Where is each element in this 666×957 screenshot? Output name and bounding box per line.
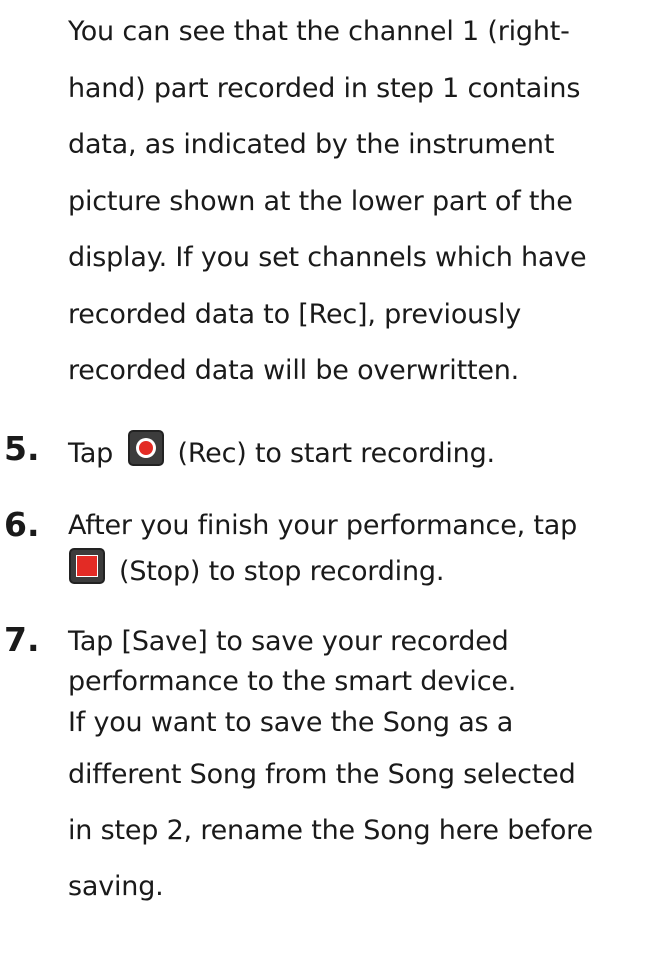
intro-line: You can see that the channel 1 (right- (68, 16, 570, 47)
step-text-line: If you want to save the Song as a (68, 707, 514, 738)
intro-line: picture shown at the lower part of the (68, 185, 573, 217)
step-text: Tap [Save] to save your recorded perform… (68, 622, 662, 915)
step-text-suffix: (Stop) to stop recording. (119, 556, 445, 587)
step-6: 6. After you finish your performance, ta… (0, 498, 666, 594)
step-text: Tap (Rec) to start recording. (68, 430, 662, 474)
intro-line: display. If you set channels which have (68, 242, 587, 273)
step-number: 5. (4, 429, 40, 468)
intro-line: hand) part recorded in step 1 contains (68, 72, 581, 104)
step-text-line: different Song from the Song selected (68, 759, 576, 790)
step-7: 7. Tap [Save] to save your recorded perf… (0, 614, 666, 954)
intro-line: data, as indicated by the instrument (68, 129, 555, 160)
intro-line: recorded data to [Rec], previously (68, 298, 522, 330)
step-5: 5. Tap (Rec) to start recording. (0, 424, 666, 472)
intro-paragraph: You can see that the channel 1 (right- h… (68, 4, 660, 400)
step-text-line: saving. (68, 871, 164, 902)
step-text: After you finish your performance, tap (… (68, 506, 662, 592)
rec-icon (127, 430, 164, 466)
manual-page: You can see that the channel 1 (right- h… (0, 0, 666, 957)
step-text-line: After you finish your performance, tap (68, 510, 578, 541)
step-number: 7. (4, 620, 40, 659)
step-number: 6. (4, 505, 40, 544)
stop-icon (69, 548, 105, 584)
step-text-line: in step 2, rename the Song here before (68, 815, 593, 846)
step-text-prefix: Tap (68, 438, 114, 469)
intro-line: recorded data will be overwritten. (68, 355, 520, 386)
step-text-suffix: (Rec) to start recording. (177, 438, 496, 469)
step-text-line: performance to the smart device. (68, 666, 517, 697)
step-text-line: Tap [Save] to save your recorded (68, 626, 509, 657)
